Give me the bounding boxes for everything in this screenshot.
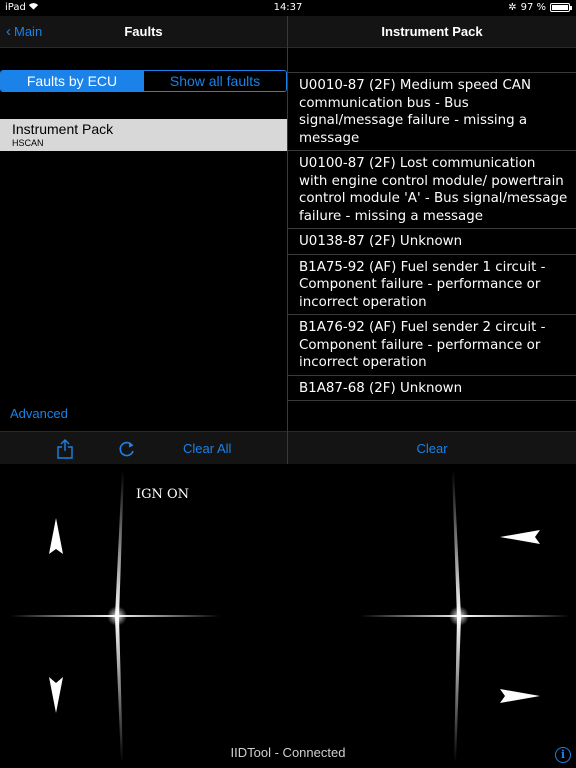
faults-pane: ‹ Main Faults Faults by ECU Show all fau…: [0, 16, 287, 464]
clock: 14:37: [273, 2, 303, 13]
share-icon[interactable]: [56, 439, 74, 459]
fault-view-segmented-control: Faults by ECU Show all faults: [0, 70, 287, 92]
bluetooth-icon: ✲: [508, 2, 517, 13]
page-title: Faults: [124, 24, 163, 39]
fault-item[interactable]: B1A87-68 (2F) Unknown: [288, 374, 576, 401]
segment-faults-by-ecu[interactable]: Faults by ECU: [1, 71, 143, 91]
info-icon[interactable]: i: [555, 747, 571, 763]
fault-item[interactable]: U0138-87 (2F) Unknown: [288, 228, 576, 254]
connection-status: IIDTool - Connected: [230, 745, 346, 760]
advanced-link[interactable]: Advanced: [10, 406, 68, 421]
left-navbar: ‹ Main Faults: [0, 16, 287, 48]
fault-item[interactable]: B1A75-92 (AF) Fuel sender 1 circuit - Co…: [288, 253, 576, 315]
ignition-status: IGN ON: [136, 487, 190, 502]
battery-percent: 97 %: [520, 2, 546, 13]
right-toolbar: Clear: [288, 431, 576, 464]
clear-button[interactable]: Clear: [288, 441, 576, 456]
fault-item[interactable]: U0100-87 (2F) Lost communication with en…: [288, 150, 576, 228]
ecu-bus: HSCAN: [12, 138, 44, 148]
instrument-pack-pane: Instrument Pack U0010-87 (2F) Medium spe…: [288, 16, 576, 464]
status-right: ✲ 97 %: [508, 2, 572, 13]
right-navbar: Instrument Pack: [288, 16, 576, 48]
detail-title: Instrument Pack: [381, 24, 483, 39]
refresh-icon[interactable]: [118, 440, 136, 458]
clear-all-button[interactable]: Clear All: [183, 441, 231, 456]
left-arrow-icon: [500, 530, 540, 544]
ignition-panel: IGN ON IIDTool - Connected i: [0, 465, 576, 768]
up-arrow-icon: [49, 518, 63, 554]
right-arrow-icon: [500, 689, 540, 703]
status-bar: iPad 14:37 ✲ 97 %: [0, 0, 576, 16]
ecu-list-item[interactable]: Instrument Pack HSCAN: [0, 119, 287, 151]
battery-icon: [550, 3, 572, 12]
down-arrow-icon: [49, 677, 63, 713]
fault-item[interactable]: B1A76-92 (AF) Fuel sender 2 circuit - Co…: [288, 314, 576, 375]
battery-fill: [552, 5, 568, 10]
fault-item[interactable]: U0010-87 (2F) Medium speed CAN communica…: [288, 72, 576, 150]
decorative-glow-lines: [10, 470, 570, 763]
fault-list: U0010-87 (2F) Medium speed CAN communica…: [288, 72, 576, 401]
left-toolbar: Clear All: [0, 431, 287, 464]
ecu-name: Instrument Pack: [12, 121, 114, 137]
segment-show-all-faults[interactable]: Show all faults: [143, 71, 286, 91]
